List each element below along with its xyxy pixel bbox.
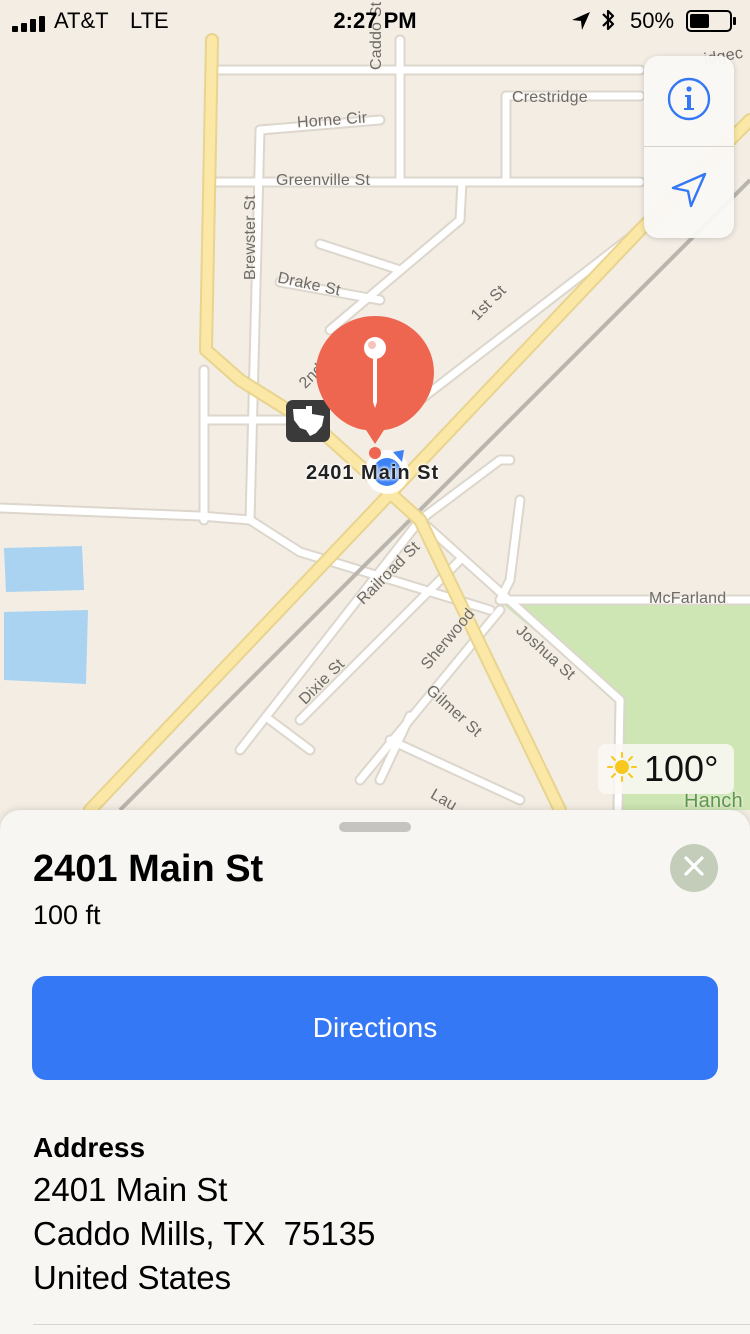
address-line-country: United States [33,1259,232,1296]
status-bar: AT&T LTE 2:27 PM 50% [0,0,750,40]
location-arrow-icon [570,10,592,38]
tracking-mode-button[interactable] [644,147,734,238]
sheet-divider [33,1324,750,1325]
pin-icon [316,316,434,444]
address-block[interactable]: 2401 Main St Caddo Mills, TX 75135 Unite… [33,1168,375,1300]
road-label-greenville-st: Greenville St [276,172,371,189]
directions-button[interactable]: Directions [32,976,718,1080]
address-line-city: Caddo Mills, TX 75135 [33,1215,376,1252]
pond-north [4,546,84,592]
bluetooth-icon [600,8,616,38]
sun-icon [606,751,638,788]
pin-address-label: 2401 Main St [306,462,440,484]
place-distance: 100 ft [33,900,101,930]
map-controls [644,56,734,238]
address-heading: Address [33,1132,146,1163]
address-line-street: 2401 Main St [33,1171,228,1208]
road-label-crestridge: Crestridge [512,89,588,106]
weather-badge: 100° [598,744,734,794]
info-icon [666,76,712,127]
close-icon [683,855,705,882]
close-button[interactable] [670,844,718,892]
maps-screen: Caddo St Crestridge Horne Cir Greenville… [0,0,750,1334]
location-arrow-icon [669,170,709,215]
road-label-brewster-st: Brewster St [242,195,259,280]
battery-percent: 50% [630,8,675,33]
road-label-mcfarland: McFarland [649,590,727,607]
pond-south [4,610,88,684]
place-title: 2401 Main St [33,848,264,890]
sheet-grabber-handle[interactable] [339,822,411,832]
map-info-button[interactable] [644,56,734,147]
place-card-sheet[interactable]: 2401 Main St 100 ft Directions Address 2… [0,810,750,1334]
weather-temperature: 100° [644,748,719,789]
battery-icon [686,10,738,38]
